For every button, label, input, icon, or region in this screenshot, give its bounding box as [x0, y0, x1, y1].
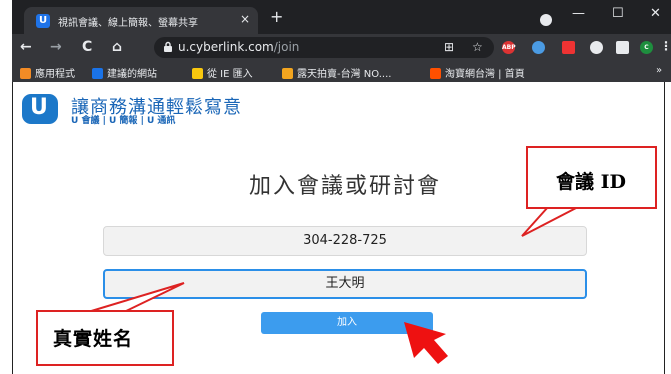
cyberlink-u-logo[interactable]: U: [22, 94, 58, 124]
profile-avatar-letter: C: [644, 44, 649, 51]
browser-toolbar: ← → C ⌂ u.cyberlink.com/join ⊞ ☆ ABP C ⋮: [12, 34, 671, 61]
join-heading: 加入會議或研討會: [248, 174, 441, 199]
chat-extension-icon[interactable]: [590, 41, 603, 54]
bookmark-label: 從 IE 匯入: [207, 69, 253, 80]
tab-search-icon[interactable]: [540, 14, 552, 26]
bookmarks-overflow-icon[interactable]: »: [656, 65, 662, 76]
bookmark-label: 淘寶網台灣 | 首頁: [445, 69, 525, 80]
browser-tab[interactable]: U 視訊會議、線上簡報、螢幕共享 ×: [24, 7, 258, 34]
url-host: u.cyberlink.com: [178, 40, 274, 54]
translate-icon[interactable]: ⊞: [444, 40, 454, 54]
bookmark-label: 應用程式: [35, 69, 75, 80]
bookmark-label: 露天拍賣-台灣 NO....: [297, 69, 392, 80]
new-tab-icon[interactable]: +: [270, 9, 283, 25]
bookmark-ie-import[interactable]: 從 IE 匯入: [192, 65, 253, 80]
bookmark-star-icon[interactable]: ☆: [472, 40, 483, 54]
profile-avatar[interactable]: C: [640, 41, 653, 54]
tab-title: 視訊會議、線上簡報、螢幕共享: [58, 18, 198, 28]
tab-strip: U 視訊會議、線上簡報、螢幕共享 × + — ☐ ✕: [12, 0, 671, 34]
back-icon[interactable]: ←: [20, 39, 32, 55]
folder-icon: [192, 68, 203, 79]
bookmark-label: 建議的網站: [107, 69, 157, 80]
forward-icon[interactable]: →: [50, 39, 62, 55]
meeting-id-callout-label: 會議 ID: [556, 171, 626, 193]
extensions-puzzle-icon[interactable]: [616, 41, 629, 54]
apps-grid-icon: [20, 68, 31, 79]
cyberlink-favicon-icon: U: [36, 14, 50, 28]
minimize-icon[interactable]: —: [572, 6, 585, 21]
url-text: u.cyberlink.com/join: [178, 40, 299, 54]
page-border-left: [12, 82, 13, 374]
bookmark-taobao[interactable]: 淘寶網台灣 | 首頁: [430, 65, 525, 80]
lock-icon: [164, 41, 172, 52]
extension-diamond-icon[interactable]: [532, 41, 545, 54]
close-window-icon[interactable]: ✕: [650, 6, 661, 21]
pdf-extension-icon[interactable]: [562, 41, 575, 54]
browser-window: U 視訊會議、線上簡報、螢幕共享 × + — ☐ ✕ ← → C ⌂ u.cyb…: [0, 0, 671, 374]
taobao-icon: [430, 68, 441, 79]
more-menu-icon[interactable]: ⋮: [660, 39, 671, 53]
address-bar[interactable]: u.cyberlink.com/join ⊞ ☆: [154, 37, 494, 58]
page-border-right: [664, 82, 665, 374]
adblock-plus-label: ABP: [502, 44, 516, 51]
real-name-callout-label: 真實姓名: [53, 328, 134, 350]
meeting-id-input[interactable]: 304-228-725: [103, 226, 587, 256]
url-path: /join: [273, 40, 300, 54]
bookmark-ruten[interactable]: 露天拍賣-台灣 NO....: [282, 65, 391, 80]
bookmark-apps[interactable]: 應用程式: [20, 65, 75, 80]
maximize-icon[interactable]: ☐: [612, 6, 624, 21]
suggested-sites-icon: [92, 68, 103, 79]
tab-close-icon[interactable]: ×: [240, 12, 250, 26]
reload-icon[interactable]: C: [82, 39, 92, 55]
adblock-plus-icon[interactable]: ABP: [502, 41, 516, 54]
join-button[interactable]: 加入: [261, 312, 433, 334]
bookmark-suggested-sites[interactable]: 建議的網站: [92, 65, 157, 80]
logo-letter: U: [30, 95, 48, 120]
brand-subtitle: U 會議 | U 簡報 | U 通訊: [71, 116, 176, 126]
ruten-icon: [282, 68, 293, 79]
home-icon[interactable]: ⌂: [112, 39, 122, 55]
display-name-input[interactable]: 王大明: [103, 269, 587, 299]
bookmarks-bar: 應用程式 建議的網站 從 IE 匯入 露天拍賣-台灣 NO.... 淘寶網台灣 …: [12, 61, 671, 83]
